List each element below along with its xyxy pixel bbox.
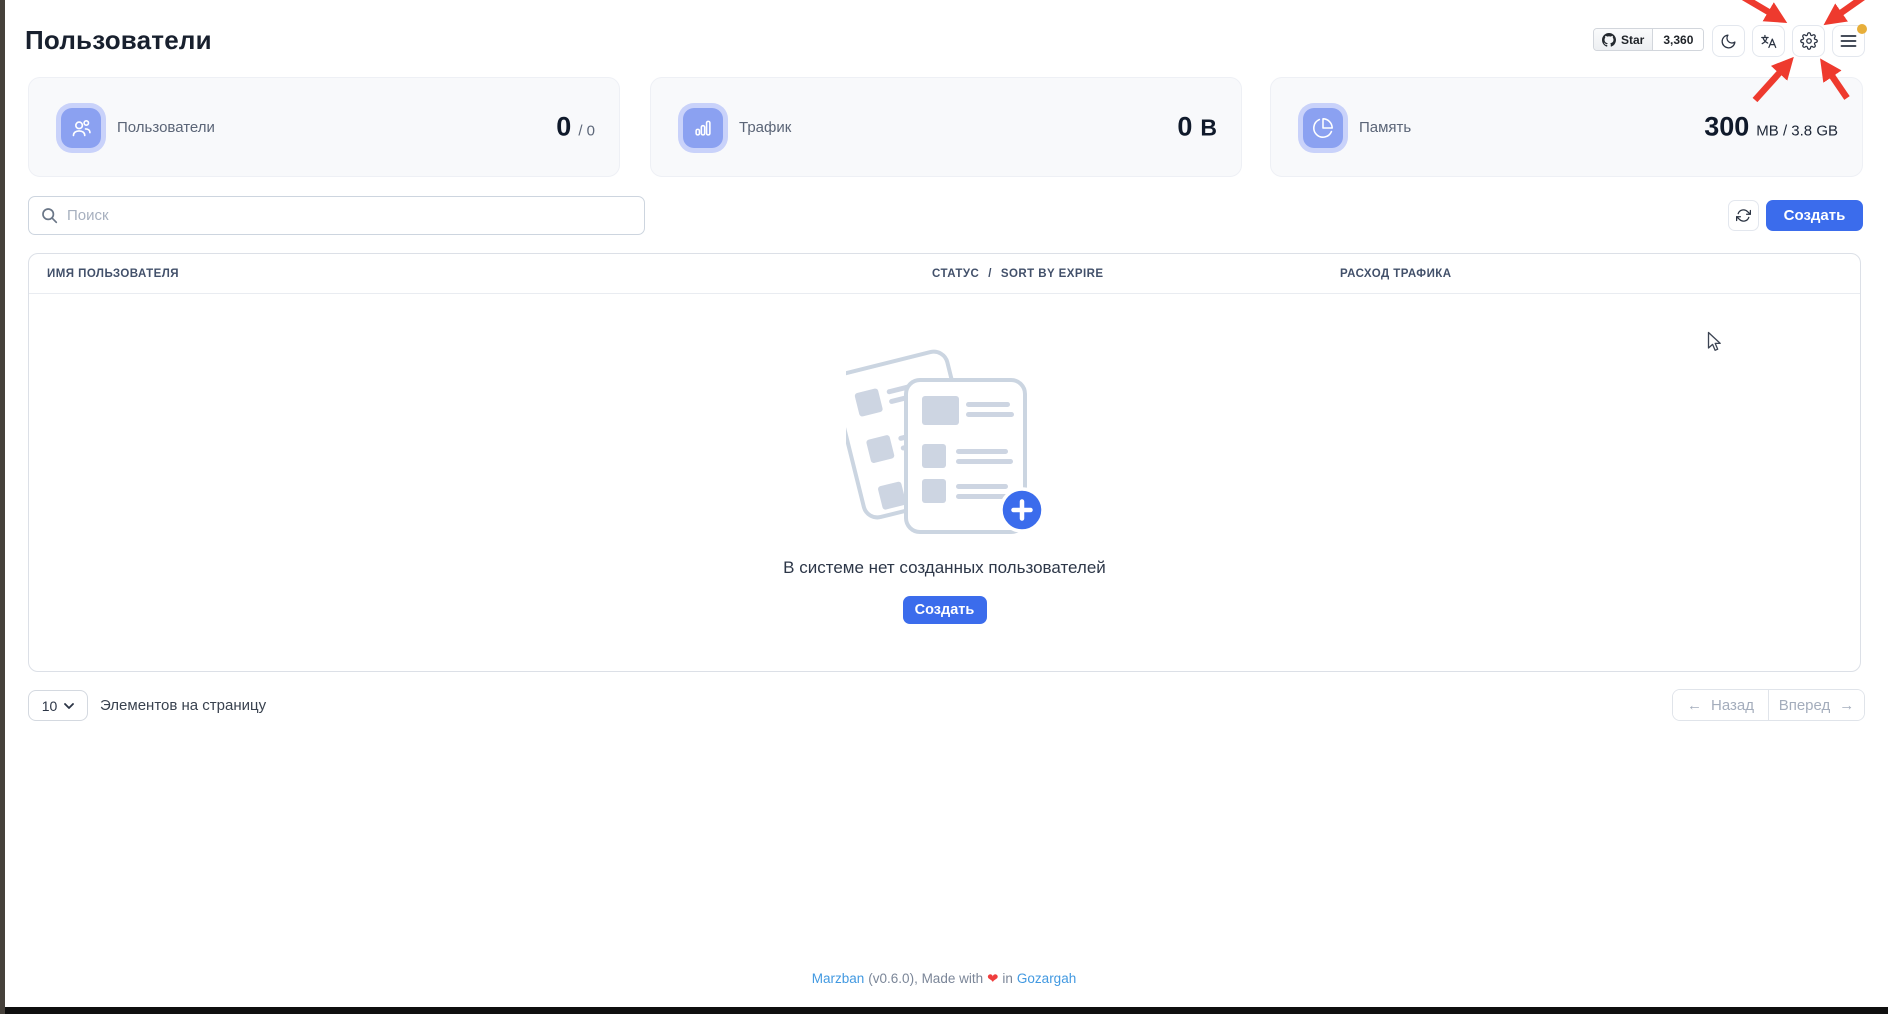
- stat-card-memory: Память 300MB / 3.8 GB: [1270, 77, 1863, 177]
- gozargah-link[interactable]: Gozargah: [1017, 971, 1076, 986]
- column-header-username[interactable]: ИМЯ ПОЛЬЗОВАТЕЛЯ: [47, 254, 179, 294]
- page-size-value: 10: [42, 698, 58, 714]
- next-page-button[interactable]: Вперед →: [1768, 690, 1864, 720]
- stat-label: Память: [1359, 78, 1411, 176]
- github-star-label: Star: [1621, 33, 1644, 47]
- translate-icon: [1759, 32, 1778, 51]
- per-page-label: Элементов на страницу: [100, 690, 266, 721]
- empty-state-illustration: [846, 346, 1046, 546]
- menu-icon: [1840, 34, 1857, 48]
- heart-icon: ❤: [987, 971, 998, 986]
- stat-value: 0/ 0: [556, 112, 595, 143]
- arrow-right-icon: →: [1839, 697, 1854, 714]
- empty-state-message: В системе нет созданных пользователей: [29, 558, 1860, 578]
- footer-text: (v0.6.0), Made with: [868, 971, 983, 986]
- github-star-count[interactable]: 3,360: [1653, 29, 1703, 50]
- stat-label: Трафик: [739, 78, 791, 176]
- dark-mode-button[interactable]: [1712, 25, 1745, 57]
- search-input[interactable]: [67, 207, 632, 224]
- moon-icon: [1720, 33, 1737, 50]
- settings-button[interactable]: [1792, 25, 1825, 57]
- gear-icon: [1800, 32, 1818, 50]
- pagination-buttons: ← Назад Вперед →: [1672, 689, 1865, 721]
- column-header-status-expire[interactable]: СТАТУС / SORT BY EXPIRE: [932, 254, 1104, 294]
- stat-value: 0B: [1177, 112, 1217, 143]
- table-header-row: ИМЯ ПОЛЬЗОВАТЕЛЯ СТАТУС / SORT BY EXPIRE…: [29, 254, 1860, 294]
- chevron-down-icon: [64, 703, 74, 709]
- stat-label: Пользователи: [117, 78, 215, 176]
- users-table: ИМЯ ПОЛЬЗОВАТЕЛЯ СТАТУС / SORT BY EXPIRE…: [28, 253, 1861, 672]
- pie-chart-icon: [1303, 108, 1343, 148]
- arrow-left-icon: ←: [1687, 697, 1702, 714]
- github-octocat-icon: [1602, 33, 1616, 47]
- create-user-button[interactable]: Создать: [1766, 200, 1863, 231]
- stat-value: 300MB / 3.8 GB: [1704, 112, 1838, 143]
- column-header-traffic[interactable]: РАСХОД ТРАФИКА: [1340, 254, 1452, 294]
- red-arrow-top-right: [1838, 0, 1865, 15]
- red-arrow-top-left: [1738, 0, 1772, 14]
- github-star-button[interactable]: Star: [1594, 29, 1653, 50]
- refresh-icon: [1736, 208, 1751, 223]
- users-icon: [61, 108, 101, 148]
- page-size-select[interactable]: 10: [28, 690, 88, 721]
- window-left-edge: [0, 0, 5, 1014]
- refresh-button[interactable]: [1728, 200, 1759, 231]
- window-bottom-edge: [0, 1007, 1888, 1014]
- language-button[interactable]: [1752, 25, 1785, 57]
- search-icon: [41, 207, 58, 224]
- footer: Marzban(v0.6.0), Made with ❤ in Gozargah: [0, 971, 1888, 987]
- marzban-link[interactable]: Marzban: [812, 971, 865, 986]
- marzban-users-page: Пользователи Star 3,360 Пользователи 0/ …: [0, 0, 1888, 1014]
- notification-dot: [1857, 24, 1867, 34]
- github-star-widget[interactable]: Star 3,360: [1593, 28, 1704, 51]
- stat-card-users: Пользователи 0/ 0: [28, 77, 620, 177]
- empty-state-create-button[interactable]: Создать: [903, 596, 987, 624]
- bar-chart-icon: [683, 108, 723, 148]
- stat-card-traffic: Трафик 0B: [650, 77, 1242, 177]
- prev-page-button[interactable]: ← Назад: [1673, 690, 1768, 720]
- page-title: Пользователи: [25, 25, 212, 56]
- search-box[interactable]: [28, 196, 645, 235]
- footer-text-in: in: [1002, 971, 1013, 986]
- add-user-plus-badge: [1001, 489, 1043, 531]
